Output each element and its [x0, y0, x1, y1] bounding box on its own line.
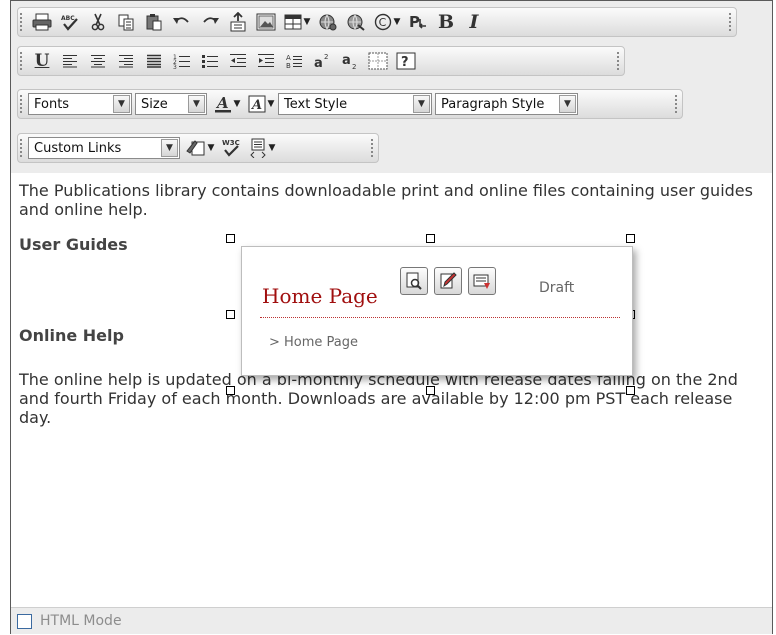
subscript-icon[interactable]: a2 — [336, 48, 364, 74]
toolbar-row-2: U 123 A B a 2 a 2 ? — [17, 46, 625, 76]
outdent-icon[interactable] — [224, 48, 252, 74]
preview-icon — [406, 272, 422, 290]
insert-image-icon[interactable] — [252, 9, 280, 35]
chevron-down-icon: ▼ — [161, 139, 178, 157]
chevron-down-icon: ▼ — [188, 95, 205, 113]
redo-icon[interactable] — [196, 9, 224, 35]
remove-link-icon[interactable] — [342, 9, 370, 35]
edit-button[interactable] — [434, 267, 462, 295]
justify-icon[interactable] — [140, 48, 168, 74]
paste-icon[interactable] — [140, 9, 168, 35]
svg-text:3: 3 — [173, 64, 177, 69]
intro-paragraph: The Publications library contains downlo… — [19, 181, 753, 219]
svg-text:?: ? — [401, 55, 409, 70]
insert-table-icon[interactable]: ▼ — [280, 9, 314, 35]
svg-text:2: 2 — [324, 53, 328, 61]
help-icon[interactable]: ? — [392, 48, 420, 74]
font-color-icon[interactable]: A ▼ — [210, 91, 244, 117]
body-paragraph: The online help is updated on a bi-month… — [19, 370, 738, 427]
align-left-icon[interactable] — [56, 48, 84, 74]
insert-link-icon[interactable] — [314, 9, 342, 35]
svg-text:A: A — [215, 95, 229, 112]
paragraph-style-label: Paragraph Style — [441, 96, 545, 112]
resize-handle[interactable] — [226, 310, 235, 319]
paragraph-style-select[interactable]: Paragraph Style ▼ — [435, 93, 578, 115]
source-code-icon[interactable]: ▼ — [245, 135, 279, 161]
svg-text:a: a — [342, 53, 351, 68]
chevron-down-icon: ▼ — [413, 95, 430, 113]
html-mode-label: HTML Mode — [40, 613, 122, 629]
toolbar-row-3: Fonts ▼ Size ▼ A ▼ A ▼ Text Style ▼ Paragr… — [17, 89, 683, 119]
special-character-icon[interactable]: C ▼ — [370, 9, 404, 35]
size-select[interactable]: Size ▼ — [135, 93, 207, 115]
svg-text:a: a — [314, 56, 323, 69]
svg-text:2: 2 — [352, 63, 356, 69]
underline-icon[interactable]: U — [28, 48, 56, 74]
editor-footer: HTML Mode — [11, 607, 772, 634]
paragraph-mark-icon[interactable]: P — [404, 9, 432, 35]
italic-icon[interactable]: I — [460, 9, 488, 35]
copy-icon[interactable] — [112, 9, 140, 35]
size-select-label: Size — [141, 96, 168, 112]
insert-file-icon[interactable] — [224, 9, 252, 35]
resize-handle[interactable] — [426, 386, 435, 395]
editor-toolbar: ABC ▼ C ▼ P B I U 1 2 3 A B a 2 a 2 ? Fo… — [11, 1, 772, 173]
preview-button[interactable] — [400, 267, 428, 295]
resize-handle[interactable] — [426, 234, 435, 243]
cut-icon[interactable] — [84, 9, 112, 35]
workflow-button[interactable] — [468, 267, 496, 295]
bold-icon[interactable]: B — [432, 9, 460, 35]
status-badge: Draft — [539, 280, 575, 296]
validate-icon[interactable]: W3C — [217, 135, 245, 161]
show-borders-icon[interactable] — [364, 48, 392, 74]
content-block-title: Home Page — [262, 284, 378, 308]
clean-html-icon[interactable]: ▼ — [183, 135, 217, 161]
svg-text:A: A — [286, 54, 291, 62]
html-mode-checkbox[interactable] — [17, 613, 32, 629]
svg-text:P: P — [409, 13, 420, 31]
superscript-icon[interactable]: a2 — [308, 48, 336, 74]
fonts-select[interactable]: Fonts ▼ — [28, 93, 132, 115]
content-block-card[interactable]: Home Page Draft > Home Page — [241, 246, 633, 376]
toolbar-row-4: Custom Links ▼ ▼ W3C ▼ — [17, 133, 379, 163]
numbered-list-icon[interactable]: 123 — [168, 48, 196, 74]
workflow-icon — [473, 274, 490, 289]
svg-text:A: A — [250, 98, 262, 113]
indent-icon[interactable] — [252, 48, 280, 74]
text-style-select[interactable]: Text Style ▼ — [278, 93, 432, 115]
text-style-label: Text Style — [284, 96, 348, 112]
resize-handle[interactable] — [226, 234, 235, 243]
edit-icon — [440, 272, 457, 289]
undo-icon[interactable] — [168, 9, 196, 35]
bulleted-list-icon[interactable] — [196, 48, 224, 74]
print-icon[interactable] — [28, 9, 56, 35]
custom-links-label: Custom Links — [34, 140, 122, 156]
align-right-icon[interactable] — [112, 48, 140, 74]
chevron-down-icon: ▼ — [559, 95, 576, 113]
resize-handle[interactable] — [626, 386, 635, 395]
spellcheck-icon[interactable]: ABC — [56, 9, 84, 35]
rich-text-editor: ABC ▼ C ▼ P B I U 1 2 3 A B a 2 a 2 ? Fo… — [10, 0, 773, 634]
line-spacing-icon[interactable]: AB — [280, 48, 308, 74]
resize-handle[interactable] — [626, 234, 635, 243]
divider — [260, 317, 620, 318]
custom-links-select[interactable]: Custom Links ▼ — [28, 137, 180, 159]
chevron-down-icon: ▼ — [113, 95, 130, 113]
highlight-color-icon[interactable]: A ▼ — [244, 91, 278, 117]
fonts-select-label: Fonts — [34, 96, 70, 112]
svg-text:B: B — [286, 62, 291, 69]
align-center-icon[interactable] — [84, 48, 112, 74]
resize-handle[interactable] — [226, 386, 235, 395]
toolbar-row-1: ABC ▼ C ▼ P B I — [17, 7, 737, 37]
svg-text:ABC: ABC — [61, 15, 75, 22]
breadcrumb[interactable]: > Home Page — [269, 335, 358, 350]
svg-text:C: C — [378, 16, 386, 29]
